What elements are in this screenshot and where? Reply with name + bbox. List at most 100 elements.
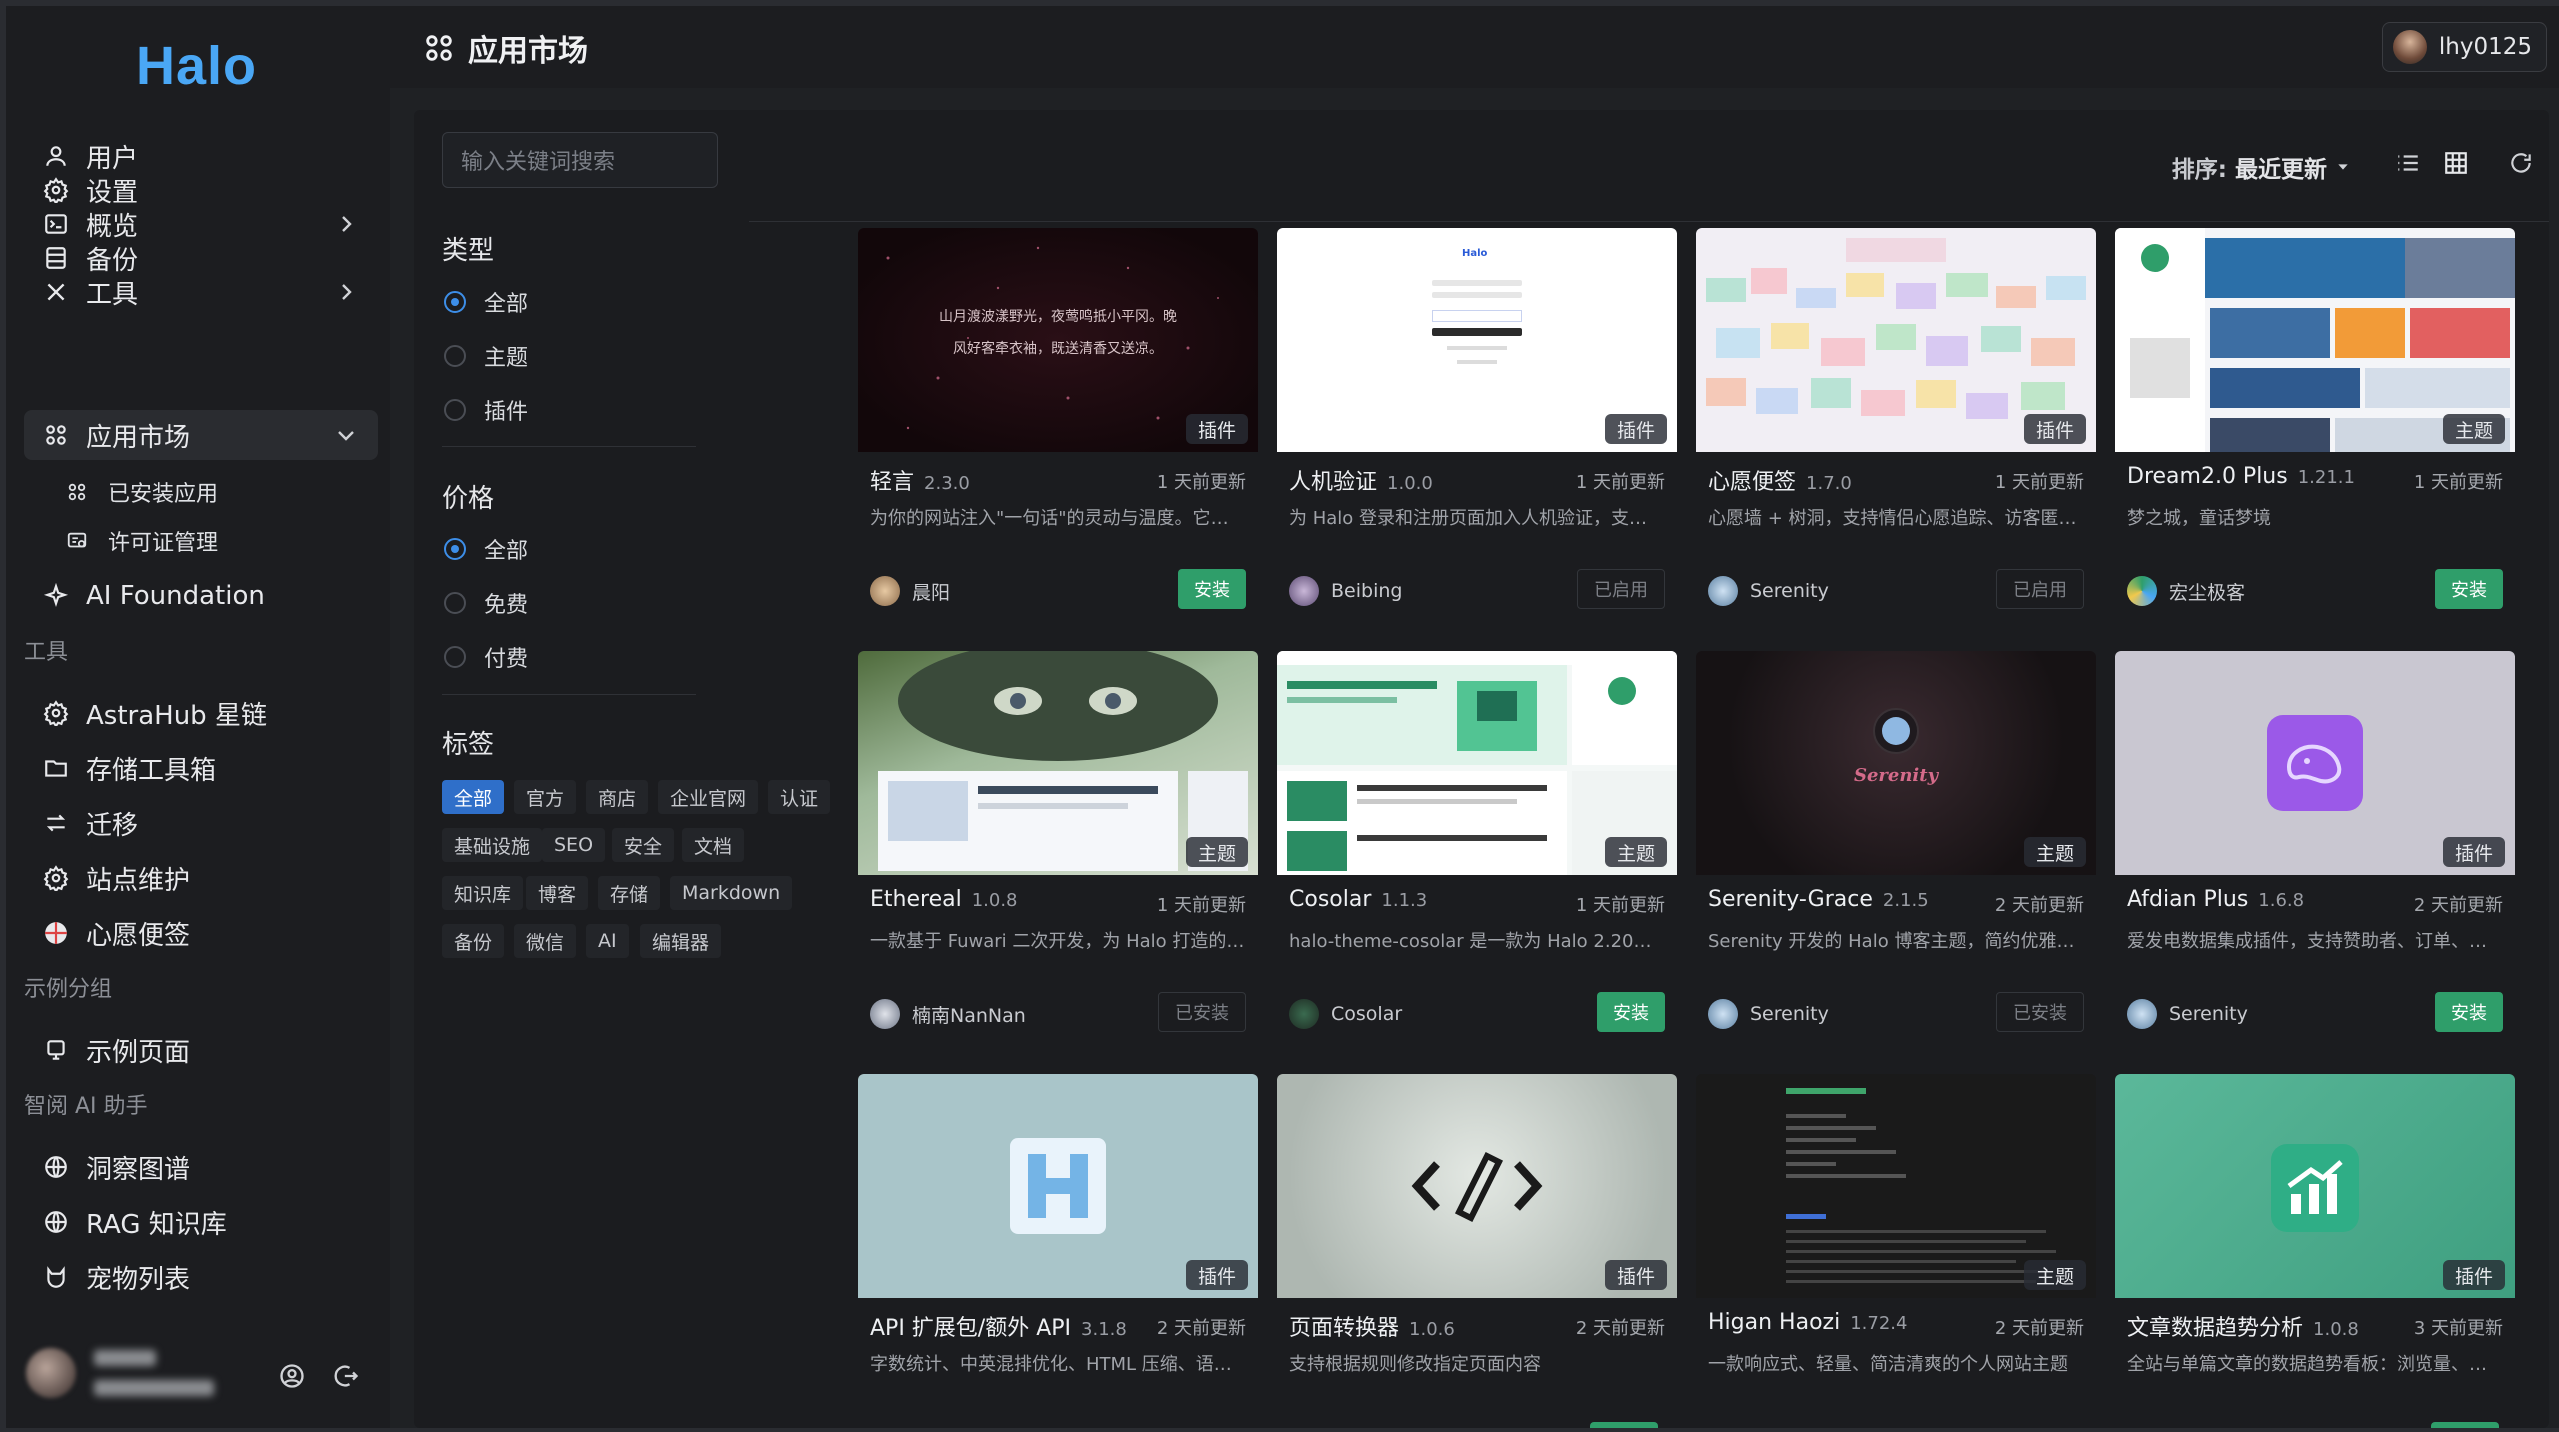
thumbnail: 插件 [2115,1074,2515,1298]
card-author[interactable]: 宏尘极客 [2127,576,2245,606]
tag-chip[interactable]: 全部 [442,780,505,814]
radio-type-all[interactable]: 全部 [444,286,528,318]
tag-chip[interactable]: AI [586,924,629,958]
sidebar-item-astrahub[interactable]: AstraHub 星链 [24,688,378,738]
user-menu[interactable]: lhy0125 [2381,22,2547,72]
page-title: 应用市场 [422,26,588,70]
profile-icon[interactable] [278,1362,306,1390]
card-title: 心愿便签 1.7.0 [1708,470,1852,495]
tag-chip[interactable]: 微信 [514,924,577,958]
sidebar-item-wish-notes[interactable]: 心愿便签 [24,908,378,958]
card-author[interactable]: Serenity [1708,999,1829,1029]
card-title: 文章数据趋势分析 1.0.8 [2127,1316,2359,1341]
grid-view-icon[interactable] [2443,150,2469,176]
wish-ball-icon [40,917,72,949]
search-input[interactable]: 输入关键词搜索 [442,132,718,188]
tag-chip[interactable]: 存储 [598,876,661,910]
app-card[interactable]: Halo 插件 人机验证 1.0.0 1 天前更新 为 Halo 登录和注册页面加… [1277,228,1677,609]
card-updated: 2 天前更新 [1156,1318,1246,1339]
logout-icon[interactable] [332,1362,360,1390]
apps-icon [64,479,90,505]
tag-chip[interactable]: 安全 [612,828,675,862]
halo-logo[interactable]: Halo [136,34,257,98]
tag-chip[interactable]: 文档 [682,828,745,862]
installed-button[interactable]: 已安装 [1158,992,1246,1032]
card-title: Afdian Plus 1.6.8 [2127,887,2305,912]
sidebar-item-label: 应用市场 [86,422,191,453]
card-title: API 扩展包/额外 API 3.1.8 [870,1316,1127,1341]
tag-chip[interactable]: 认证 [768,780,831,814]
app-card[interactable]: 主题 Dream2.0 Plus 1.21.1 1 天前更新 梦之城，童话梦境 宏… [2115,228,2515,609]
sidebar-item-tools[interactable]: 工具 [24,267,378,317]
tag-chip[interactable]: 知识库 [442,876,524,910]
radio-type-plugin[interactable]: 插件 [444,394,528,426]
type-badge: 插件 [2442,1260,2505,1290]
radio-type-theme[interactable]: 主题 [444,340,528,372]
thumbnail: 插件 [1277,1074,1677,1298]
app-card[interactable]: 插件 页面转换器 1.0.6 2 天前更新 支持根据规则修改指定页面内容 [1277,1074,1677,1428]
installed-button[interactable]: 已安装 [1996,992,2084,1032]
sidebar-item-ai-foundation[interactable]: AI Foundation [24,571,378,621]
sidebar-sub-installed-apps[interactable]: 已安装应用 [64,472,218,512]
radio-price-all[interactable]: 全部 [444,533,528,565]
app-card[interactable]: 主题 Cosolar 1.1.3 1 天前更新 halo-theme-cosola… [1277,651,1677,1032]
tag-chip[interactable]: 企业官网 [658,780,759,814]
enabled-button[interactable]: 已启用 [1577,569,1665,609]
app-card[interactable]: 山月渡波漾野光，夜莺鸣抵小平冈。晚 风好客牵衣袖，既送清香又送凉。 插件 轻言 2… [858,228,1258,609]
app-card[interactable]: 插件 API 扩展包/额外 API 3.1.8 2 天前更新 字数统计、中英混排优… [858,1074,1258,1428]
sidebar-item-insight-graph[interactable]: 洞察图谱 [24,1142,378,1192]
app-card[interactable]: 插件 文章数据趋势分析 1.0.8 3 天前更新 全站与单篇文章的数据趋势看板：浏… [2115,1074,2515,1428]
list-view-icon[interactable] [2395,150,2421,176]
card-title: 人机验证 1.0.0 [1289,470,1433,495]
app-card[interactable]: 主题 Ethereal 1.0.8 1 天前更新 一款基于 Fuwari 二次开发… [858,651,1258,1032]
card-author[interactable]: Serenity [1708,576,1829,606]
card-author[interactable]: Serenity [2127,999,2248,1029]
card-updated: 2 天前更新 [1994,1318,2084,1339]
app-card[interactable]: 主题 Higan Haozi 1.72.4 2 天前更新 一款响应式、轻量、简洁清… [1696,1074,2096,1428]
sidebar-item-label: 站点维护 [86,865,191,896]
enabled-button[interactable]: 已启用 [1996,569,2084,609]
install-button[interactable]: 安装 [2435,992,2503,1032]
card-author[interactable]: 楠南NanNan [870,999,1026,1029]
tag-chip[interactable]: SEO [542,828,606,862]
tag-chip[interactable]: Markdown [670,876,793,910]
app-card[interactable]: Serenity 主题 Serenity-Grace 2.1.5 2 天前更新 S… [1696,651,2096,1032]
divider [442,694,696,695]
sidebar-item-site-maintenance[interactable]: 站点维护 [24,853,378,903]
sidebar-sub-license[interactable]: 许可证管理 [64,521,218,561]
card-author[interactable]: 晨阳 [870,576,950,606]
card-updated: 2 天前更新 [1994,895,2084,916]
tag-chip[interactable]: 商店 [586,780,649,814]
avatar[interactable] [26,1348,76,1398]
sidebar-item-migration[interactable]: 迁移 [24,798,378,848]
sort-dropdown[interactable]: 排序: 最近更新 [2172,150,2351,184]
chevron-down-icon [338,431,354,441]
sidebar-item-rag[interactable]: RAG 知识库 [24,1197,378,1247]
card-description: 全站与单篇文章的数据趋势看板：浏览量、访… [2127,1354,2503,1375]
app-card[interactable]: 插件 Afdian Plus 1.6.8 2 天前更新 爱发电数据集成插件，支持赞… [2115,651,2515,1032]
install-button[interactable]: 安装 [1178,569,1246,609]
card-author[interactable]: Cosolar [1289,999,1402,1029]
tag-chip[interactable]: 编辑器 [640,924,722,958]
radio-price-free[interactable]: 免费 [444,587,528,619]
sidebar-item-app-market[interactable]: 应用市场 [24,410,378,460]
install-button[interactable] [2431,1422,2499,1428]
card-title: 轻言 2.3.0 [870,470,970,495]
app-card[interactable]: 插件 心愿便签 1.7.0 1 天前更新 心愿墙 + 树洞，支持情侣心愿追踪、访客… [1696,228,2096,609]
tag-chip[interactable]: 博客 [526,876,589,910]
tag-chip[interactable]: 官方 [514,780,577,814]
tag-chip[interactable]: 基础设施 [442,828,543,862]
sidebar-item-pets[interactable]: 宠物列表 [24,1252,378,1302]
install-button[interactable] [1590,1422,1658,1428]
sidebar-item-example-page[interactable]: 示例页面 [24,1025,378,1075]
tag-chip[interactable]: 备份 [442,924,505,958]
refresh-icon[interactable] [2508,150,2534,176]
sidebar-item-storage-toolbox[interactable]: 存储工具箱 [24,743,378,793]
divider [442,446,696,447]
radio-price-paid[interactable]: 付费 [444,641,528,673]
blurred-name [94,1350,156,1366]
filter-tag-title: 标签 [442,730,495,760]
install-button[interactable]: 安装 [1597,992,1665,1032]
install-button[interactable]: 安装 [2435,569,2503,609]
card-author[interactable]: Beibing [1289,576,1402,606]
